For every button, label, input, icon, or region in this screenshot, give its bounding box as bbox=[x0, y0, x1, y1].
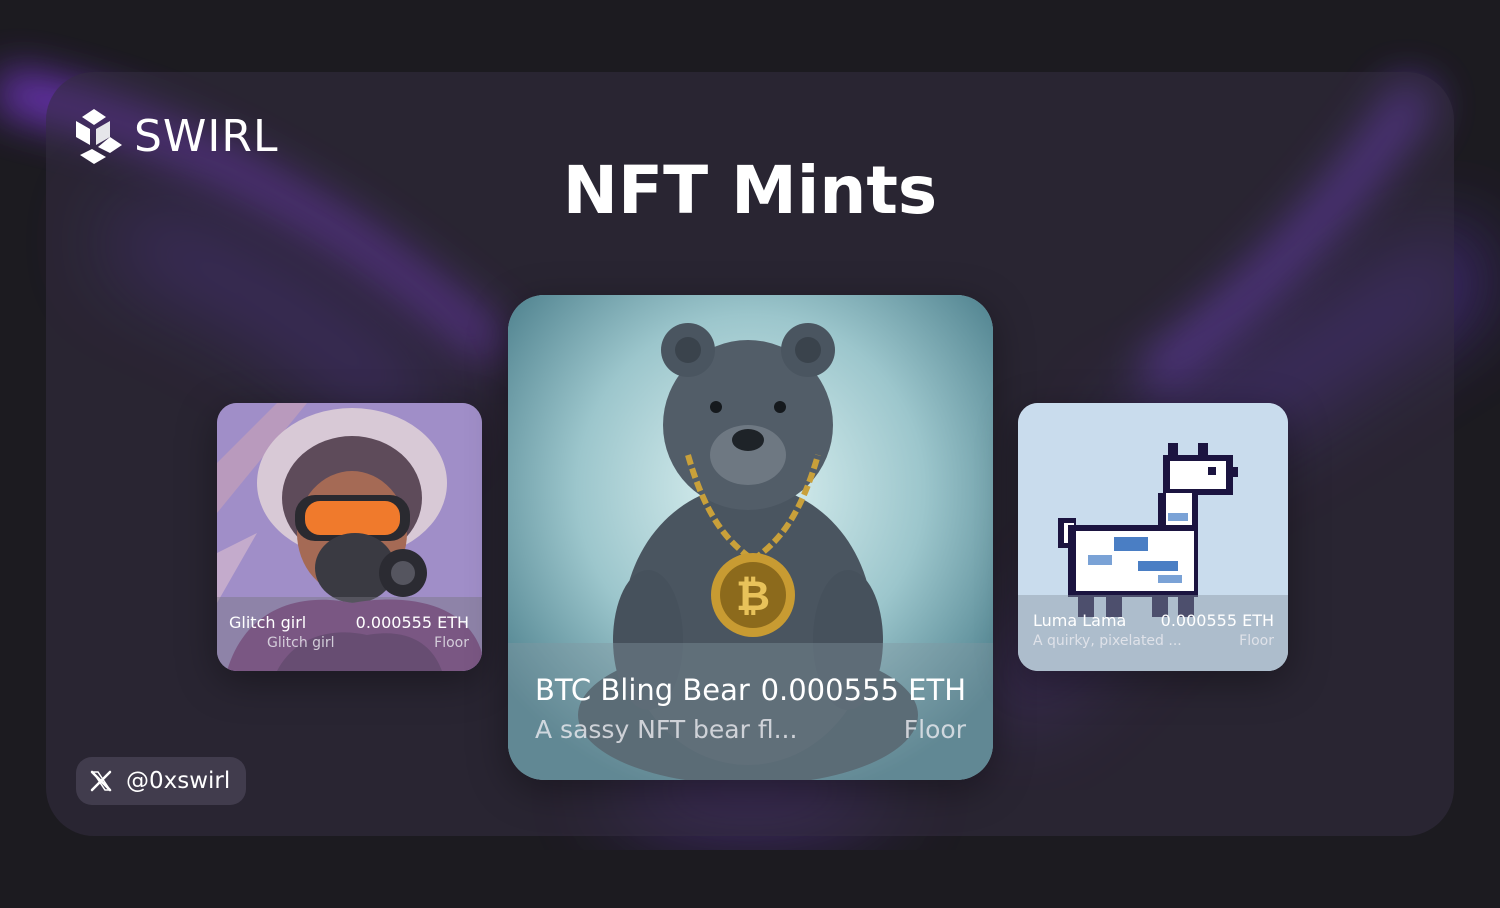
card-name: Luma Lama bbox=[1033, 611, 1127, 630]
card-price-label: Floor bbox=[434, 635, 469, 651]
card-caption: Luma Lama 0.000555 ETH A quirky, pixelat… bbox=[1018, 595, 1288, 671]
card-name: BTC Bling Bear bbox=[535, 673, 750, 707]
nft-card-luma-lama[interactable]: Luma Lama 0.000555 ETH A quirky, pixelat… bbox=[1018, 403, 1288, 671]
card-name: Glitch girl bbox=[229, 613, 307, 632]
nft-card-glitch-girl[interactable]: Glitch girl 0.000555 ETH Glitch girl Flo… bbox=[217, 403, 482, 671]
card-description: A quirky, pixelated ... bbox=[1033, 633, 1182, 649]
card-description: A sassy NFT bear fl... bbox=[535, 715, 798, 744]
card-price: 0.000555 ETH bbox=[355, 613, 469, 632]
svg-text:₿: ₿ bbox=[736, 571, 770, 620]
card-description: Glitch girl bbox=[267, 635, 335, 651]
card-price-label: Floor bbox=[903, 715, 966, 744]
nft-card-btc-bling-bear[interactable]: ₿ BTC Bling Bear 0.000555 ETH A sassy NF… bbox=[508, 295, 993, 780]
card-price: 0.000555 ETH bbox=[1160, 611, 1274, 630]
card-caption: Glitch girl 0.000555 ETH Glitch girl Flo… bbox=[217, 597, 482, 671]
card-caption: BTC Bling Bear 0.000555 ETH A sassy NFT … bbox=[508, 643, 993, 780]
card-price: 0.000555 ETH bbox=[760, 673, 966, 707]
social-handle-button[interactable]: @0xswirl bbox=[76, 757, 246, 805]
social-handle-text: @0xswirl bbox=[126, 768, 231, 794]
card-price-label: Floor bbox=[1239, 633, 1274, 649]
page-title: NFT Mints bbox=[562, 152, 938, 229]
x-icon bbox=[90, 770, 112, 792]
